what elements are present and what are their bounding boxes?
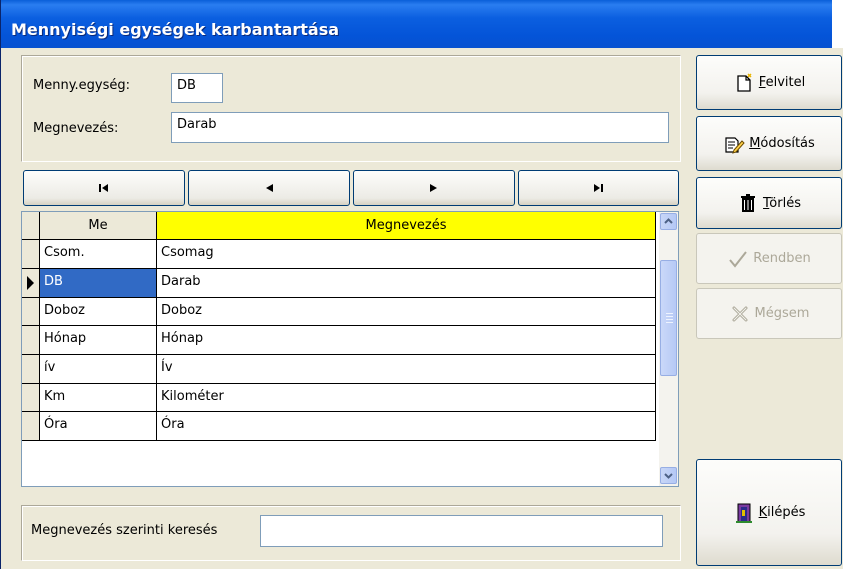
cell-me[interactable]: ív: [40, 355, 157, 384]
ok-button-label: Rendben: [753, 251, 811, 266]
cancel-button[interactable]: Mégsem: [696, 288, 842, 339]
row-indicator-current[interactable]: [22, 269, 40, 298]
modify-accel-key: M: [749, 136, 761, 151]
thumb-grip: [666, 319, 673, 320]
cell-name[interactable]: Doboz: [157, 298, 656, 326]
cell-me[interactable]: Doboz: [40, 298, 157, 326]
thumb-grip: [666, 313, 673, 314]
exit-button-label: Kilépés: [759, 505, 806, 520]
chevron-down-icon: [664, 473, 673, 479]
chevron-up-icon: [664, 218, 673, 224]
row-indicator[interactable]: [22, 384, 40, 412]
ok-button[interactable]: Rendben: [696, 233, 842, 284]
cell-name[interactable]: Hónap: [157, 326, 656, 355]
search-label: Megnevezés szerinti keresés: [31, 523, 218, 538]
cell-me[interactable]: Csom.: [40, 240, 157, 269]
cell-name[interactable]: Darab: [157, 269, 656, 298]
cell-me[interactable]: Óra: [40, 412, 157, 441]
cancel-x-icon: [729, 303, 751, 325]
thumb-grip: [666, 322, 673, 323]
last-record-button[interactable]: [518, 170, 679, 206]
delete-record-button[interactable]: Törlés: [696, 177, 842, 229]
modify-record-button[interactable]: Módosítás: [696, 116, 842, 171]
new-button-label: Felvitel: [759, 75, 805, 90]
scroll-down-button[interactable]: [660, 467, 677, 484]
new-accel-key: F: [758, 75, 766, 90]
grid-vertical-scrollbar[interactable]: [659, 212, 678, 486]
unit-label: Menny.egység:: [33, 78, 131, 93]
first-record-button[interactable]: [23, 170, 185, 206]
checkmark-icon: [727, 248, 749, 270]
last-record-icon: [593, 184, 603, 192]
name-field[interactable]: Darab: [171, 112, 669, 143]
modify-button-text: ódosítás: [760, 136, 815, 151]
cell-me[interactable]: Km: [40, 384, 157, 412]
window-title: Mennyiségi egységek karbantartása: [11, 20, 340, 39]
prev-record-icon: [266, 184, 273, 192]
cell-me[interactable]: Hónap: [40, 326, 157, 355]
row-indicator[interactable]: [22, 240, 40, 269]
prev-record-button[interactable]: [188, 170, 350, 206]
fields-panel: [21, 55, 681, 162]
row-indicator[interactable]: [22, 326, 40, 355]
cancel-button-label: Mégsem: [754, 306, 810, 321]
row-indicator[interactable]: [22, 355, 40, 384]
scroll-thumb[interactable]: [660, 260, 677, 376]
trash-icon: [737, 192, 759, 214]
first-record-icon: [99, 184, 108, 192]
exit-accel-key: K: [758, 505, 768, 520]
new-button-text: elvitel: [765, 75, 806, 90]
cell-name[interactable]: Óra: [157, 412, 656, 441]
modify-button-label: Módosítás: [749, 136, 815, 151]
exit-button[interactable]: Kilépés: [696, 459, 842, 566]
unit-field[interactable]: DB: [171, 73, 223, 103]
edit-document-icon: [723, 133, 745, 155]
next-record-icon: [430, 184, 437, 192]
new-record-button[interactable]: Felvitel: [696, 55, 842, 110]
current-row-arrow-icon: [27, 276, 34, 290]
column-header-name[interactable]: Megnevezés: [157, 212, 656, 240]
cell-name[interactable]: Kilométer: [157, 384, 656, 412]
name-label: Megnevezés:: [33, 121, 119, 136]
scroll-up-button[interactable]: [660, 213, 677, 230]
column-header-me[interactable]: Me: [40, 212, 157, 240]
row-indicator[interactable]: [22, 412, 40, 441]
delete-button-label: Törlés: [763, 196, 801, 211]
units-grid[interactable]: Me Megnevezés Csom. Csomag DB Darab Dobo…: [21, 211, 679, 487]
next-record-button[interactable]: [353, 170, 515, 206]
delete-button-text: örlés: [769, 195, 801, 211]
exit-door-icon: [733, 502, 755, 524]
thumb-grip: [666, 316, 673, 317]
cell-name[interactable]: Csomag: [157, 240, 656, 269]
row-indicator[interactable]: [22, 298, 40, 326]
search-input[interactable]: [260, 515, 663, 547]
grid-corner: [22, 212, 40, 240]
exit-button-text: ilépés: [767, 505, 806, 520]
main-window: Mennyiségi egységek karbantartása Menny.…: [0, 0, 843, 569]
cell-me-selected[interactable]: DB: [40, 269, 157, 298]
cell-name[interactable]: Ív: [157, 355, 656, 384]
new-document-icon: [733, 72, 755, 94]
